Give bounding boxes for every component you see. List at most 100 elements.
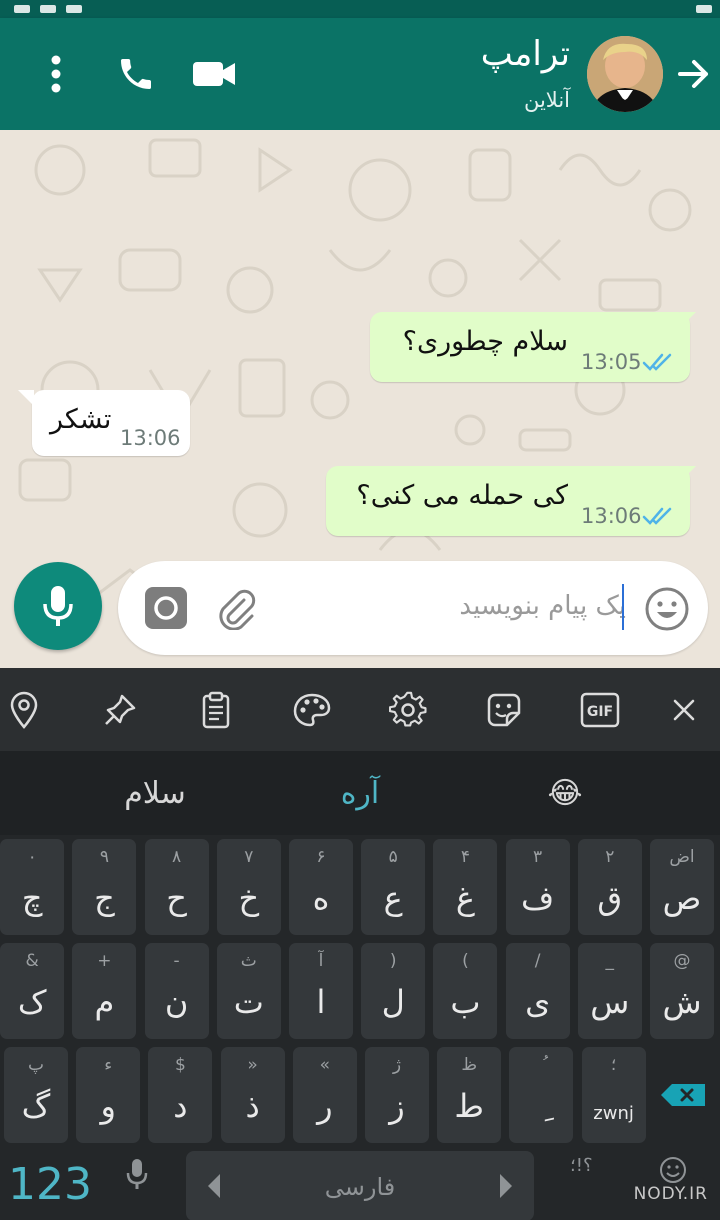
keyboard-key[interactable]: _ س: [577, 943, 642, 1039]
key-hint: (: [462, 951, 469, 971]
video-call-button[interactable]: [188, 48, 240, 100]
keyboard-key[interactable]: ثت: [216, 943, 281, 1039]
read-ticks-icon: [642, 353, 672, 371]
keyboard-key[interactable]: / ی: [505, 943, 570, 1039]
gif-label: GIF: [587, 704, 613, 720]
message-bubble-outgoing[interactable]: کی حمله می کنی؟ 13:06: [326, 466, 690, 536]
keyboard-key[interactable]: -ن: [144, 943, 209, 1039]
keyboard-toolbar: GIF: [0, 668, 720, 751]
clipboard-button[interactable]: [194, 688, 238, 732]
smiley-icon: [645, 587, 689, 631]
key-label: ن: [164, 983, 189, 1021]
backspace-key[interactable]: [650, 1047, 714, 1143]
keyboard-key[interactable]: ٠چ: [0, 839, 65, 935]
key-label: ل: [381, 983, 405, 1021]
keyboard-key[interactable]: @ ش: [650, 943, 714, 1039]
key-label: ِ: [509, 1087, 573, 1125]
settings-button[interactable]: [386, 688, 430, 732]
keyboard-key[interactable]: ٣ف: [505, 839, 570, 935]
avatar-image: [587, 36, 663, 112]
message-input[interactable]: یک پیام بنویسید: [459, 591, 626, 621]
suggestion-right[interactable]: 😂: [470, 751, 660, 835]
key-hint: ۵: [388, 847, 398, 867]
voice-record-button[interactable]: [14, 562, 102, 650]
emoji-button[interactable]: [644, 586, 690, 632]
keyboard-key[interactable]: ۵ع: [361, 839, 426, 935]
keyboard-key[interactable]: + م: [72, 943, 137, 1039]
keyboard-key[interactable]: $ د: [148, 1047, 213, 1143]
keyboard-key[interactable]: & ک: [0, 943, 65, 1039]
keyboard-key[interactable]: ظط: [437, 1047, 502, 1143]
gif-icon: GIF: [580, 692, 620, 728]
keyboard-key[interactable]: ؛ zwnj: [581, 1047, 646, 1143]
message-text: سلام چطوری؟: [402, 326, 568, 357]
more-options-button[interactable]: [30, 48, 82, 100]
location-button[interactable]: [2, 688, 46, 732]
keyboard-key[interactable]: ۴غ: [433, 839, 498, 935]
keyboard-key[interactable]: پگ: [4, 1047, 68, 1143]
message-bubble-outgoing[interactable]: سلام چطوری؟ 13:05: [370, 312, 690, 382]
key-hint: ): [389, 951, 397, 971]
more-vertical-icon: [51, 55, 61, 93]
keyboard-key[interactable]: ۶ه: [289, 839, 353, 935]
bubble-tail: [680, 312, 696, 328]
keyboard-key[interactable]: ُِ: [509, 1047, 574, 1143]
key-label: ب: [450, 983, 481, 1021]
battery-icon: [696, 5, 712, 13]
keyboard-key[interactable]: ٨ح: [144, 839, 209, 935]
contact-name[interactable]: ترامپ: [481, 34, 570, 74]
message-text: تشکر: [50, 404, 112, 435]
keyboard-key[interactable]: ژز: [365, 1047, 429, 1143]
message-composer[interactable]: یک پیام بنویسید: [118, 561, 708, 655]
location-icon: [10, 691, 38, 729]
sticker-button[interactable]: [482, 688, 526, 732]
close-toolbar-button[interactable]: [662, 688, 706, 732]
network-icon: [66, 5, 82, 13]
back-button[interactable]: [668, 46, 720, 102]
key-hint: ء: [104, 1055, 113, 1075]
key-label: ع: [383, 879, 403, 917]
space-key[interactable]: فارسی: [186, 1151, 534, 1220]
key-hint: &: [25, 951, 39, 971]
backspace-icon: [661, 1084, 705, 1106]
phone-icon: [121, 59, 151, 89]
arrow-right-icon: [678, 60, 708, 88]
keyboard-key[interactable]: ٩ج: [72, 839, 137, 935]
palette-icon: [293, 693, 331, 727]
keyboard-key[interactable]: «ر: [292, 1047, 357, 1143]
keyboard-key[interactable]: ) ل: [361, 943, 426, 1039]
keyboard-key[interactable]: » ذ: [220, 1047, 285, 1143]
gif-button[interactable]: GIF: [578, 688, 622, 732]
microphone-icon: [126, 1159, 148, 1189]
camera-button[interactable]: [144, 586, 188, 630]
key-label: گ: [21, 1087, 51, 1125]
keyboard-key[interactable]: ءو: [76, 1047, 141, 1143]
avatar[interactable]: [587, 36, 663, 112]
clipboard-icon: [202, 691, 230, 729]
emoji-key[interactable]: [658, 1155, 688, 1185]
keyboard-key[interactable]: ٧خ: [216, 839, 281, 935]
key-label: ق: [597, 879, 623, 917]
attach-button[interactable]: [214, 586, 258, 631]
text-cursor: [622, 584, 624, 630]
voice-input-key[interactable]: [124, 1157, 150, 1193]
suggestion-left[interactable]: سلام: [60, 751, 250, 835]
numbers-key[interactable]: 123: [8, 1159, 92, 1210]
pin-button[interactable]: [98, 688, 142, 732]
keyboard-key[interactable]: (ب: [433, 943, 498, 1039]
pin-icon: [105, 694, 136, 725]
contact-status: آنلاین: [523, 88, 570, 112]
keyboard-key[interactable]: آا: [289, 943, 353, 1039]
key-hint: ٢: [605, 847, 615, 867]
settings-icon: [389, 691, 427, 727]
voice-call-button[interactable]: [110, 48, 162, 100]
key-hint: ٩: [99, 847, 109, 867]
keyboard-key[interactable]: اض ص: [650, 839, 714, 935]
suggestion-strip: سلام آره 😂: [0, 751, 720, 835]
keyboard-key[interactable]: ٢ق: [577, 839, 642, 935]
theme-button[interactable]: [290, 688, 334, 732]
key-hint: پ: [27, 1055, 44, 1075]
suggestion-center[interactable]: آره: [265, 751, 455, 835]
message-bubble-incoming[interactable]: تشکر 13:06: [32, 390, 190, 456]
punctuation-key[interactable]: ؟!؛: [570, 1155, 593, 1176]
